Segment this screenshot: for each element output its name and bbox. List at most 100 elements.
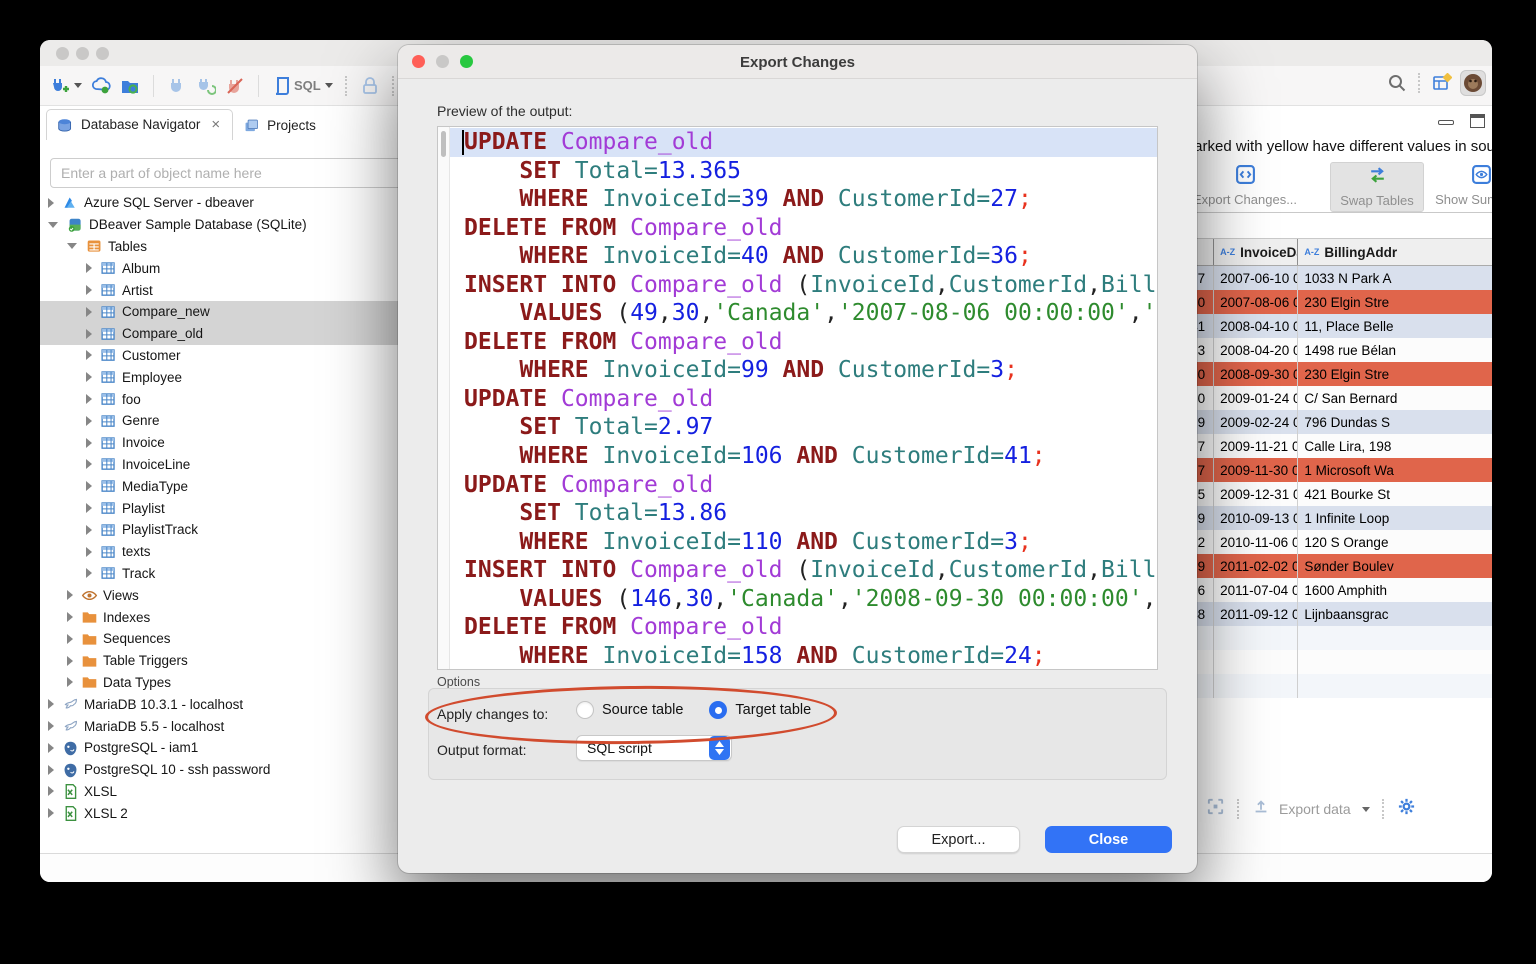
- chevron-right-icon[interactable]: [86, 438, 92, 448]
- cell-invoicedate[interactable]: [1214, 674, 1298, 698]
- radio-source-table[interactable]: Source table: [576, 701, 683, 719]
- show-summary-button[interactable]: Show Summary: [1428, 162, 1492, 212]
- chevron-right-icon[interactable]: [86, 525, 92, 535]
- chevron-right-icon[interactable]: [86, 285, 92, 295]
- cell-invoicedate[interactable]: [1214, 650, 1298, 674]
- cell-billingaddress[interactable]: Calle Lira, 198: [1298, 434, 1492, 458]
- export-button[interactable]: Export...: [897, 826, 1020, 853]
- cell-billingaddress[interactable]: 230 Elgin Stre: [1298, 290, 1492, 314]
- cell-billingaddress[interactable]: 796 Dundas S: [1298, 410, 1492, 434]
- cell-billingaddress[interactable]: 1 Microsoft Wa: [1298, 458, 1492, 482]
- gear-icon[interactable]: [1397, 797, 1416, 821]
- cell-invoicedate[interactable]: 2009-11-21 00: [1214, 434, 1298, 458]
- cell-billingaddress[interactable]: 1498 rue Bélan: [1298, 338, 1492, 362]
- lock-button[interactable]: [360, 76, 380, 96]
- chevron-right-icon[interactable]: [86, 568, 92, 578]
- chevron-right-icon[interactable]: [67, 612, 73, 622]
- zoom-window-icon[interactable]: [96, 47, 109, 60]
- new-view-button[interactable]: [1432, 73, 1452, 93]
- chevron-down-icon[interactable]: [74, 83, 82, 88]
- chevron-right-icon[interactable]: [67, 634, 73, 644]
- cell-billingaddress[interactable]: C/ San Bernard: [1298, 386, 1492, 410]
- output-format-select[interactable]: SQL script: [576, 735, 732, 761]
- tab-projects[interactable]: Projects: [233, 111, 328, 140]
- chevron-right-icon[interactable]: [48, 721, 54, 731]
- chevron-right-icon[interactable]: [86, 459, 92, 469]
- export-data-button[interactable]: Export data: [1279, 801, 1351, 817]
- cell-billingaddress[interactable]: 1 Infinite Loop: [1298, 506, 1492, 530]
- cell-invoicedate[interactable]: 2009-02-24 00: [1214, 410, 1298, 434]
- close-button[interactable]: Close: [1045, 826, 1172, 853]
- cloud-settings-button[interactable]: [91, 76, 111, 96]
- chevron-right-icon[interactable]: [86, 329, 92, 339]
- open-connection-folder-button[interactable]: [120, 76, 140, 96]
- focus-value-icon[interactable]: [1206, 797, 1225, 821]
- cell-invoicedate[interactable]: 2011-02-02 00: [1214, 554, 1298, 578]
- chevron-right-icon[interactable]: [48, 786, 54, 796]
- cell-invoicedate[interactable]: 2010-09-13 00: [1214, 506, 1298, 530]
- cell-billingaddress[interactable]: 120 S Orange: [1298, 530, 1492, 554]
- cell-billingaddress[interactable]: 421 Bourke St: [1298, 482, 1492, 506]
- chevron-down-icon[interactable]: [67, 243, 77, 249]
- chevron-right-icon[interactable]: [86, 350, 92, 360]
- minimize-window-icon[interactable]: [76, 47, 89, 60]
- cell-invoicedate[interactable]: 2008-04-10 00: [1214, 314, 1298, 338]
- swap-tables-button[interactable]: Swap Tables: [1330, 162, 1424, 212]
- cell-billingaddress[interactable]: 230 Elgin Stre: [1298, 362, 1492, 386]
- chevron-right-icon[interactable]: [67, 590, 73, 600]
- cell-invoicedate[interactable]: 2011-09-12 00: [1214, 602, 1298, 626]
- cell-billingaddress[interactable]: Lijnbaansgrac: [1298, 602, 1492, 626]
- chevron-right-icon[interactable]: [48, 808, 54, 818]
- cell-invoicedate[interactable]: 2007-08-06 00: [1214, 290, 1298, 314]
- chevron-right-icon[interactable]: [86, 263, 92, 273]
- disconnect-plug-button[interactable]: [225, 76, 245, 96]
- chevron-right-icon[interactable]: [86, 503, 92, 513]
- export-changes-button[interactable]: Export Changes...: [1180, 162, 1310, 212]
- chevron-right-icon[interactable]: [67, 656, 73, 666]
- radio-on-icon[interactable]: [709, 701, 727, 719]
- cell-invoicedate[interactable]: 2007-06-10 00: [1214, 266, 1298, 290]
- chevron-right-icon[interactable]: [86, 307, 92, 317]
- cell-billingaddress[interactable]: 11, Place Belle: [1298, 314, 1492, 338]
- chevron-right-icon[interactable]: [86, 372, 92, 382]
- close-window-icon[interactable]: [56, 47, 69, 60]
- maximize-view-icon[interactable]: [1470, 114, 1485, 128]
- chevron-down-icon[interactable]: [48, 222, 58, 228]
- radio-off-icon[interactable]: [576, 701, 594, 719]
- close-tab-icon[interactable]: ×: [211, 116, 220, 133]
- chevron-right-icon[interactable]: [48, 743, 54, 753]
- avatar-button[interactable]: [1460, 70, 1486, 96]
- select-stepper-icon[interactable]: [709, 736, 730, 760]
- chevron-right-icon[interactable]: [48, 699, 54, 709]
- chevron-right-icon[interactable]: [86, 481, 92, 491]
- reconnect-plug-button[interactable]: [196, 76, 216, 96]
- chevron-right-icon[interactable]: [48, 198, 54, 208]
- chevron-down-icon[interactable]: [1362, 807, 1370, 812]
- minimize-view-icon[interactable]: [1438, 120, 1454, 125]
- chevron-right-icon[interactable]: [86, 547, 92, 557]
- chevron-right-icon[interactable]: [48, 765, 54, 775]
- column-header-invoicedate[interactable]: A-ZInvoiceDate: [1214, 239, 1298, 265]
- cell-invoicedate[interactable]: 2009-01-24 00: [1214, 386, 1298, 410]
- chevron-down-icon[interactable]: [325, 83, 333, 88]
- cell-invoicedate[interactable]: 2009-11-30 00: [1214, 458, 1298, 482]
- cell-billingaddress[interactable]: 1600 Amphith: [1298, 578, 1492, 602]
- cell-billingaddress[interactable]: Sønder Boulev: [1298, 554, 1492, 578]
- chevron-right-icon[interactable]: [86, 416, 92, 426]
- new-connection-button[interactable]: [50, 76, 82, 96]
- cell-invoicedate[interactable]: 2008-09-30 00: [1214, 362, 1298, 386]
- chevron-right-icon[interactable]: [86, 394, 92, 404]
- search-button[interactable]: [1387, 73, 1407, 93]
- chevron-right-icon[interactable]: [67, 677, 73, 687]
- sql-script-button[interactable]: SQL: [272, 76, 333, 96]
- cell-billingaddress[interactable]: [1298, 650, 1492, 674]
- cell-invoicedate[interactable]: 2011-07-04 00: [1214, 578, 1298, 602]
- radio-target-table[interactable]: Target table: [709, 701, 811, 719]
- cell-invoicedate[interactable]: [1214, 626, 1298, 650]
- cell-invoicedate[interactable]: 2010-11-06 00: [1214, 530, 1298, 554]
- cell-invoicedate[interactable]: 2009-12-31 00: [1214, 482, 1298, 506]
- connect-plug-button[interactable]: [167, 76, 187, 96]
- tab-database-navigator[interactable]: Database Navigator ×: [46, 109, 233, 140]
- cell-billingaddress[interactable]: 1033 N Park A: [1298, 266, 1492, 290]
- cell-billingaddress[interactable]: [1298, 626, 1492, 650]
